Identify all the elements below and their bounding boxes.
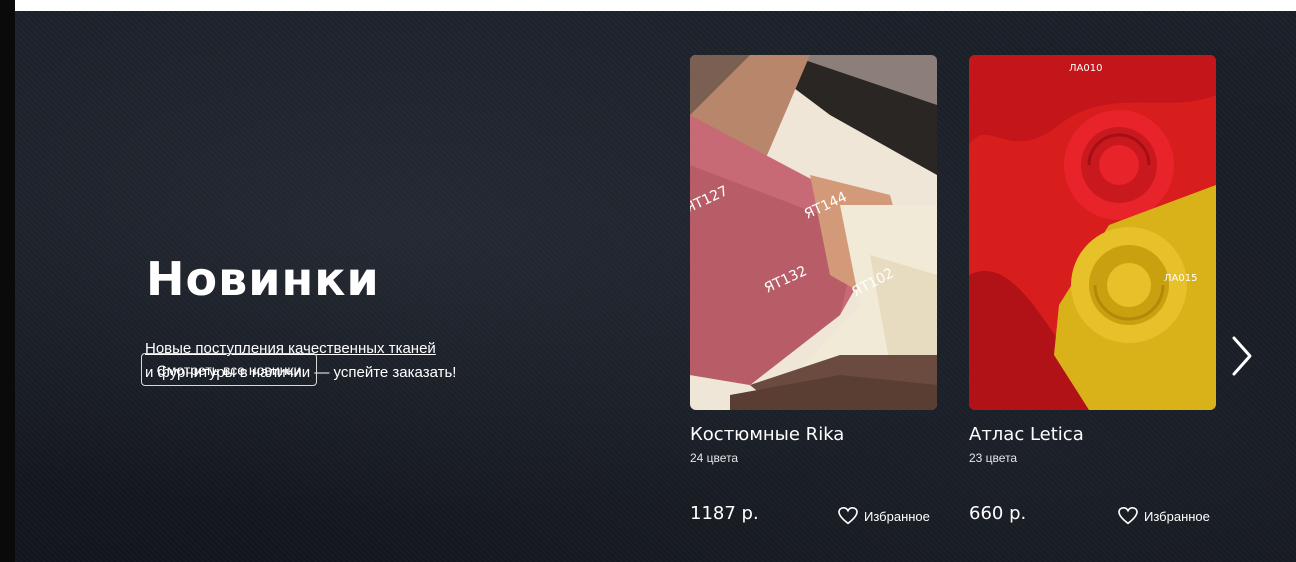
heart-outline-icon [1118,507,1138,525]
product-card-letica[interactable]: ЛА010 ЛА015 Атлас Letica 23 цвета 660 р.… [969,55,1216,525]
product-price: 660 р. [969,503,1027,524]
section-title: Новинки [146,252,380,306]
product-image-rika[interactable]: ЯТ127 ЯТ144 ЯТ132 ЯТ102 [690,55,937,410]
favorite-button[interactable]: Избранное [1118,507,1210,525]
image-label-1: ЛА010 [1069,63,1102,74]
left-edge-strip [0,0,15,562]
favorite-label: Избранное [864,508,930,524]
favorite-label: Избранное [1144,508,1210,524]
product-colors-count: 23 цвета [969,451,1018,465]
product-name[interactable]: Костюмные Rika [690,424,844,445]
product-colors-count: 24 цвета [690,451,739,465]
product-price: 1187 р. [690,503,759,524]
view-all-new-button[interactable]: Смотреть все новинки [141,353,317,386]
image-label-2: ЛА015 [1164,273,1197,284]
top-bar [15,0,1296,11]
favorite-button[interactable]: Избранное [838,507,930,525]
heart-outline-icon [838,507,858,525]
carousel-next-button[interactable] [1228,334,1256,378]
chevron-right-icon [1232,336,1252,376]
product-image-letica[interactable]: ЛА010 ЛА015 [969,55,1216,410]
product-card-rika[interactable]: ЯТ127 ЯТ144 ЯТ132 ЯТ102 Костюмные Rika 2… [690,55,937,525]
product-name[interactable]: Атлас Letica [969,424,1084,445]
